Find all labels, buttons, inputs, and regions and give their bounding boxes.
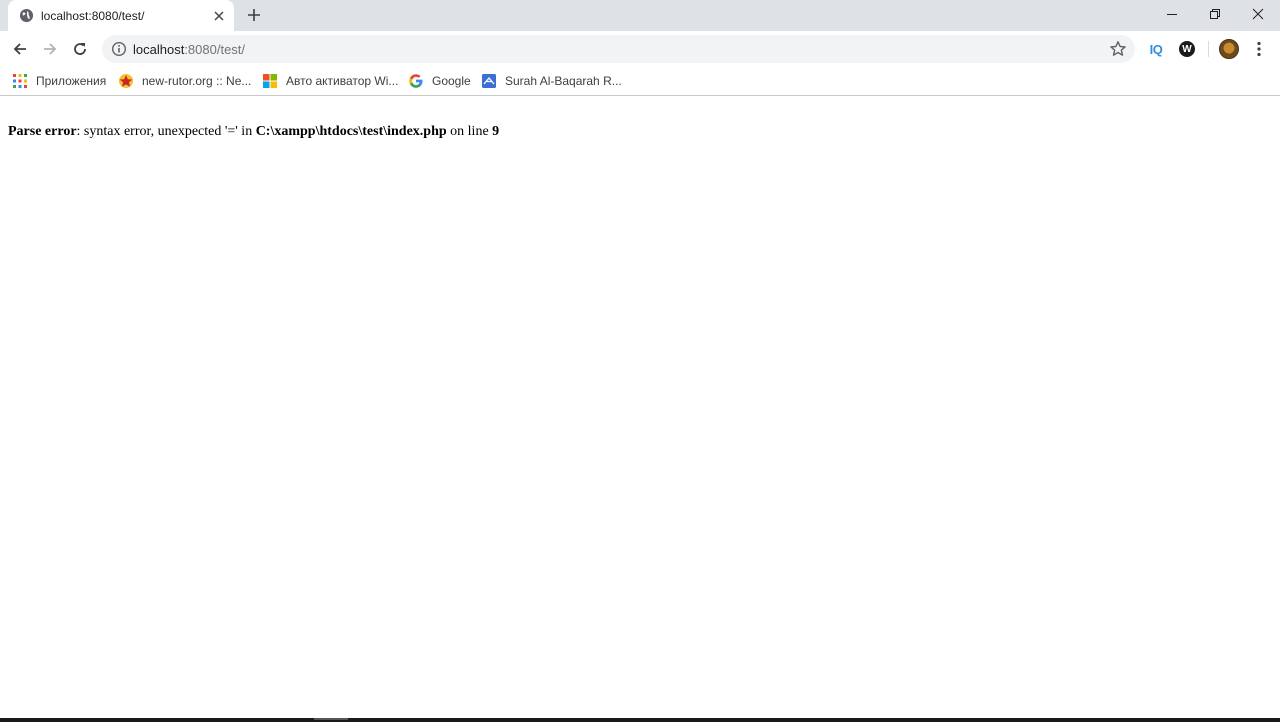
error-file-path: C:\xampp\htdocs\test\index.php	[255, 124, 447, 139]
extension-w-button[interactable]: W	[1177, 39, 1197, 59]
error-label: Parse error	[8, 124, 77, 139]
url-host: localhost	[133, 42, 185, 57]
minimize-button[interactable]	[1158, 3, 1186, 25]
windows-logo-icon	[263, 74, 277, 88]
browser-window: localhost:8080/test/ localhost:8080/test…	[0, 0, 1280, 722]
url-path: :8080/test/	[184, 42, 246, 57]
toolbar-divider	[1208, 41, 1209, 57]
tab-title: localhost:8080/test/	[41, 9, 145, 23]
close-window-button[interactable]	[1244, 3, 1272, 25]
close-icon	[214, 11, 224, 21]
bookmark-rutor[interactable]: new-rutor.org :: Ne...	[118, 71, 251, 91]
info-icon[interactable]	[111, 41, 127, 57]
toolbar: localhost:8080/test/ IQ W	[0, 31, 1280, 66]
iq-icon: IQ	[1149, 41, 1163, 57]
error-on-line-text: on line	[446, 124, 493, 139]
tab-close-button[interactable]	[211, 8, 227, 24]
bookmark-label: Приложения	[36, 74, 107, 88]
bookmark-surah[interactable]: Surah Al-Baqarah R...	[481, 71, 622, 91]
more-vertical-icon	[1257, 41, 1261, 57]
plus-icon	[248, 9, 260, 21]
restore-icon	[1210, 9, 1220, 19]
restore-button[interactable]	[1201, 3, 1229, 25]
forward-button[interactable]	[39, 38, 61, 60]
profile-avatar-button[interactable]	[1219, 39, 1239, 59]
close-icon	[1252, 8, 1264, 20]
bookmark-label: new-rutor.org :: Ne...	[142, 74, 252, 88]
arrow-left-icon	[13, 43, 26, 55]
reload-button[interactable]	[69, 38, 91, 60]
menu-button[interactable]	[1249, 39, 1269, 59]
bookmark-apps[interactable]: Приложения	[12, 71, 106, 91]
bookmark-activator[interactable]: Авто активатор Wi...	[262, 71, 398, 91]
bookmarks-bar: Приложения new-rutor.org :: Ne... Авто а…	[0, 66, 1280, 96]
rutor-icon	[119, 74, 133, 88]
minimize-icon	[1167, 14, 1177, 15]
reload-icon	[74, 43, 86, 55]
error-line-number: 9	[492, 124, 500, 139]
url-text: localhost:8080/test/	[133, 42, 245, 57]
new-tab-button[interactable]	[244, 5, 264, 25]
extension-iq-button[interactable]: IQ	[1146, 39, 1166, 59]
php-error-message: Parse error: syntax error, unexpected '=…	[8, 124, 499, 140]
taskbar-indicator	[314, 718, 348, 720]
tab-active[interactable]: localhost:8080/test/	[8, 0, 234, 31]
w-icon: W	[1179, 41, 1195, 57]
page-content: Parse error: syntax error, unexpected '=…	[0, 97, 1280, 717]
bookmark-label: Google	[432, 74, 471, 88]
star-icon[interactable]	[1109, 40, 1127, 58]
quran-icon	[482, 74, 496, 88]
address-bar[interactable]: localhost:8080/test/	[102, 35, 1135, 63]
bookmark-label: Surah Al-Baqarah R...	[505, 74, 622, 88]
back-button[interactable]	[9, 38, 31, 60]
globe-icon	[19, 8, 34, 23]
bookmark-label: Авто активатор Wi...	[286, 74, 399, 88]
bookmark-google[interactable]: Google	[408, 71, 471, 91]
apps-grid-icon	[13, 74, 27, 88]
google-icon	[409, 74, 423, 88]
avatar	[1219, 39, 1239, 59]
tab-strip: localhost:8080/test/	[0, 0, 1280, 31]
arrow-right-icon	[44, 43, 57, 55]
taskbar-edge	[0, 718, 1280, 722]
error-text: : syntax error, unexpected '=' in	[76, 124, 256, 139]
